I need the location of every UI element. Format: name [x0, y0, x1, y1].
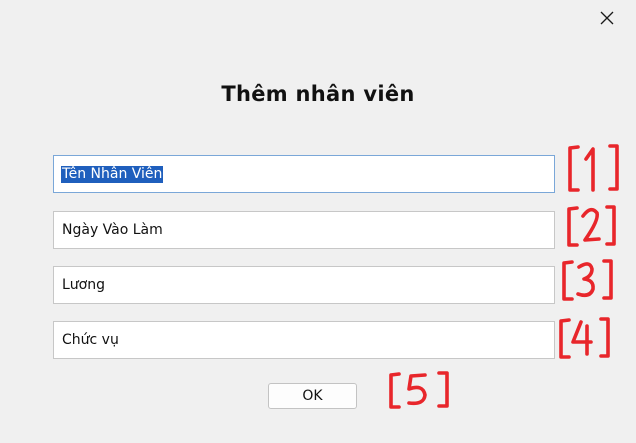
start-date-field[interactable]: Ngày Vào Làm — [53, 211, 555, 249]
annotation-marker-2 — [565, 204, 621, 250]
close-button[interactable] — [589, 1, 625, 35]
annotation-marker-4 — [557, 316, 613, 362]
salary-field[interactable]: Lương — [53, 266, 555, 304]
close-icon — [600, 11, 614, 25]
employee-name-value: Tên Nhân Viên — [61, 166, 164, 183]
dialog-title: Thêm nhân viên — [221, 82, 415, 106]
employee-name-field[interactable]: Tên Nhân Viên — [53, 155, 555, 193]
salary-value: Lương — [62, 277, 105, 293]
annotation-marker-1 — [566, 143, 622, 195]
annotation-marker-5 — [387, 370, 453, 412]
annotation-marker-3 — [560, 258, 616, 304]
position-value: Chức vụ — [62, 332, 119, 348]
position-field[interactable]: Chức vụ — [53, 321, 555, 359]
ok-button[interactable]: OK — [268, 383, 357, 409]
start-date-value: Ngày Vào Làm — [62, 222, 163, 238]
